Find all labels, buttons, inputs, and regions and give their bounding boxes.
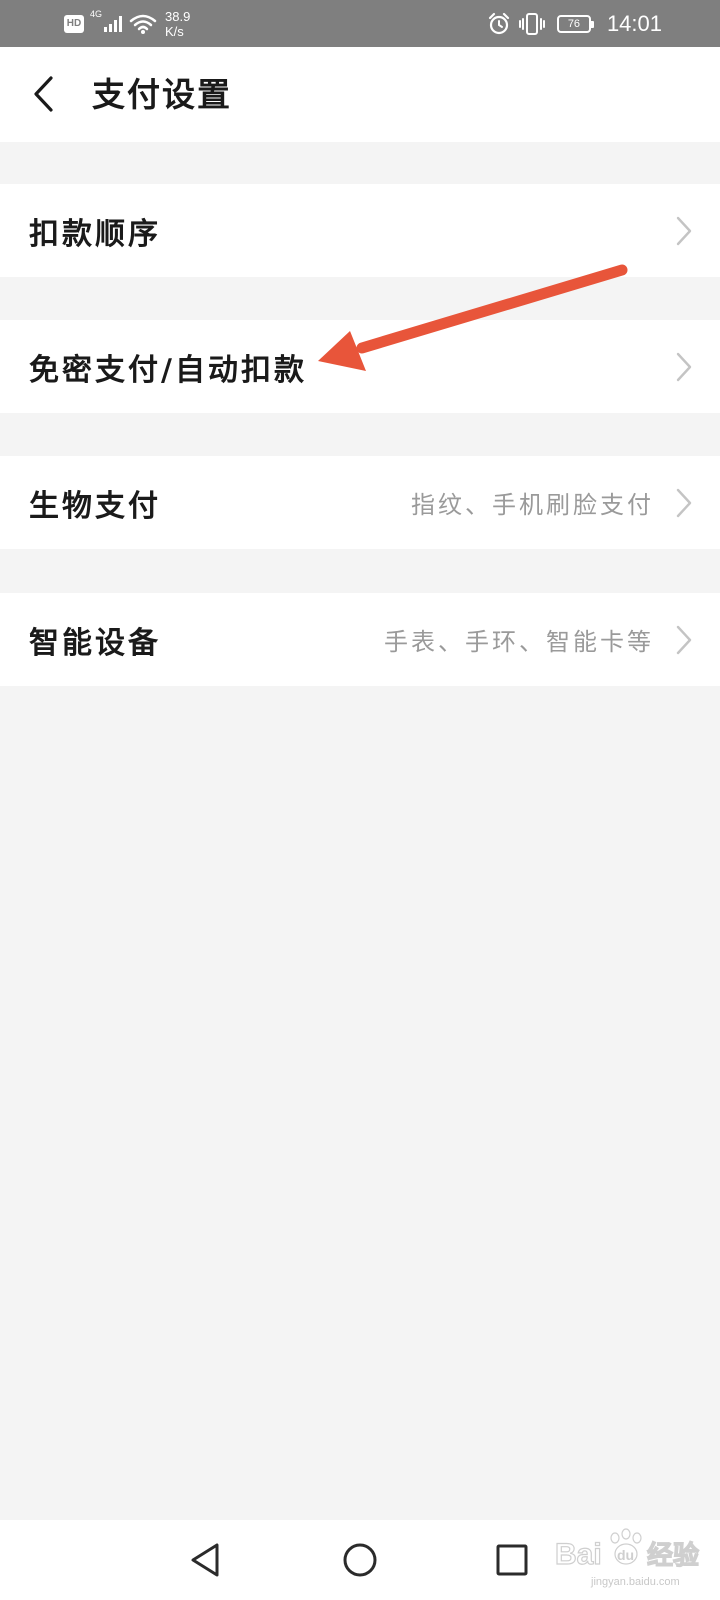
hd-badge: HD xyxy=(64,14,84,33)
svg-text:Bai: Bai xyxy=(555,1538,602,1571)
menu-item-label: 扣款顺序 xyxy=(29,216,161,252)
menu-item-label: 智能设备 xyxy=(29,625,161,661)
status-left: HD 4G 38.9 K/s xyxy=(64,0,190,47)
baidu-logo-icon: Bai du 经验 xyxy=(554,1528,700,1572)
page-title: 支付设置 xyxy=(92,75,232,114)
menu-item-biometric-payment[interactable]: 生物支付 指纹、手机刷脸支付 xyxy=(0,456,720,549)
clock: 14:01 xyxy=(606,10,662,36)
vibrate-icon xyxy=(518,12,545,35)
status-bar: HD 4G 38.9 K/s 76 14:01 xyxy=(0,0,720,47)
network-type: 4G xyxy=(90,9,103,19)
menu-item-deduction-order[interactable]: 扣款顺序 xyxy=(0,184,720,277)
wifi-icon xyxy=(129,14,157,34)
menu-item-password-free-payment[interactable]: 免密支付/自动扣款 xyxy=(0,320,720,413)
menu-item-label: 生物支付 xyxy=(29,488,161,524)
app-header: 支付设置 xyxy=(0,47,720,142)
svg-text:经验: 经验 xyxy=(647,1540,699,1571)
speed-value: 38.9 xyxy=(165,8,191,24)
status-right: 76 14:01 xyxy=(487,0,662,47)
square-recents-icon[interactable] xyxy=(486,1534,538,1586)
watermark-url: jingyan.baidu.com xyxy=(591,1576,680,1588)
network-speed: 38.9 K/s xyxy=(165,9,190,39)
menu-item-description: 手表、手环、智能卡等 xyxy=(384,628,654,656)
alarm-icon xyxy=(488,12,510,34)
chevron-left-icon xyxy=(34,76,53,112)
circle-home-icon[interactable] xyxy=(334,1534,386,1586)
speed-unit: K/s xyxy=(165,23,184,39)
battery-level: 76 xyxy=(567,17,581,30)
menu-item-label: 免密支付/自动扣款 xyxy=(29,352,307,388)
back-button[interactable] xyxy=(22,72,66,116)
chevron-right-icon xyxy=(676,488,692,517)
battery-icon: 76 xyxy=(556,14,594,33)
menu-item-description: 指纹、手机刷脸支付 xyxy=(411,491,654,519)
menu-item-smart-devices[interactable]: 智能设备 手表、手环、智能卡等 xyxy=(0,593,720,686)
signal-icon xyxy=(104,15,123,32)
chevron-right-icon xyxy=(676,216,692,245)
triangle-back-icon[interactable] xyxy=(180,1534,232,1586)
chevron-right-icon xyxy=(676,352,692,381)
chevron-right-icon xyxy=(676,625,692,654)
baidu-watermark: Bai du 经验 jingyan.baidu.com xyxy=(551,1526,720,1594)
svg-text:du: du xyxy=(617,1547,634,1563)
